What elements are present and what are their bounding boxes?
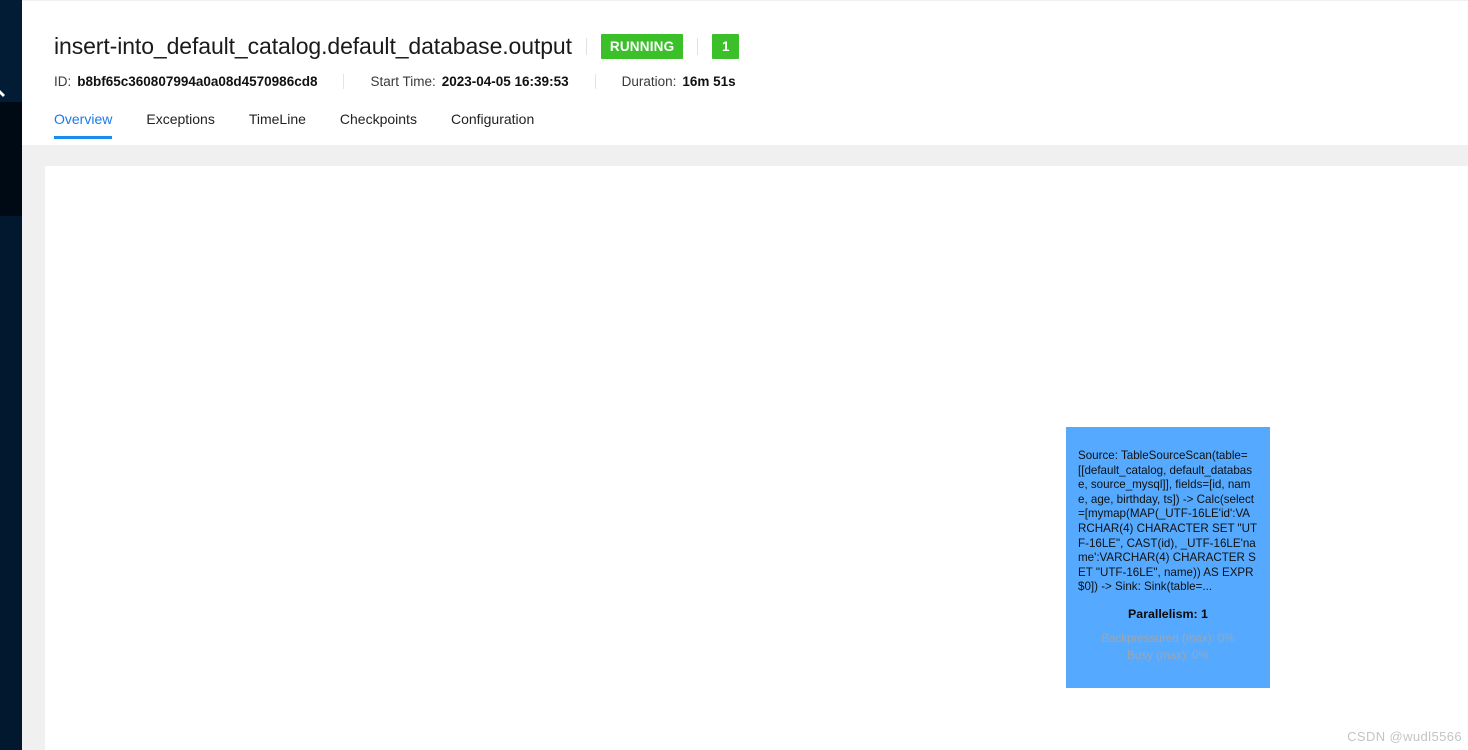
rail-segment-middle	[0, 102, 22, 216]
job-graph-canvas[interactable]: Source: TableSourceScan(table=[[default_…	[45, 166, 1468, 750]
meta-divider-2	[594, 73, 596, 89]
tab-configuration[interactable]: Configuration	[451, 111, 534, 139]
badge-divider	[697, 37, 699, 55]
start-time-label: Start Time:	[370, 73, 436, 89]
tab-timeline[interactable]: TimeLine	[249, 111, 306, 139]
page-surface: insert-into_default_catalog.default_data…	[22, 0, 1468, 750]
content-body: Source: TableSourceScan(table=[[default_…	[22, 145, 1468, 750]
app-window: insert-into_default_catalog.default_data…	[0, 0, 1468, 750]
node-description: Source: TableSourceScan(table=[[default_…	[1078, 449, 1258, 594]
node-parallelism: Parallelism: 1	[1128, 607, 1208, 621]
task-count-badge: 1	[712, 33, 740, 59]
status-badge: RUNNING	[600, 33, 684, 59]
node-busy: Busy (max): 0%	[1127, 649, 1209, 662]
title-divider	[585, 37, 587, 55]
job-id-label: ID:	[54, 73, 72, 89]
tab-overview[interactable]: Overview	[54, 111, 113, 139]
rail-segment-top	[0, 0, 22, 102]
tab-checkpoints[interactable]: Checkpoints	[340, 111, 417, 139]
meta-divider-1	[343, 73, 345, 89]
job-meta-row: ID: b8bf65c360807994a0a08d4570986cd8 Sta…	[54, 71, 736, 91]
rail-segment-bottom	[0, 216, 22, 750]
tab-exceptions[interactable]: Exceptions	[146, 111, 214, 139]
job-header: insert-into_default_catalog.default_data…	[22, 1, 1468, 145]
left-nav-rail	[0, 0, 22, 750]
tab-bar: Overview Exceptions TimeLine Checkpoints…	[54, 111, 568, 145]
start-time-value: 2023-04-05 16:39:53	[441, 73, 569, 89]
job-id-value: b8bf65c360807994a0a08d4570986cd8	[77, 73, 318, 89]
duration-value: 16m 51s	[682, 73, 736, 89]
job-graph-node[interactable]: Source: TableSourceScan(table=[[default_…	[1066, 427, 1270, 688]
node-backpressure: Backpressured (max): 0%	[1101, 632, 1235, 645]
job-title-row: insert-into_default_catalog.default_data…	[54, 28, 740, 64]
collapse-arrow-icon[interactable]	[0, 88, 11, 99]
page-title: insert-into_default_catalog.default_data…	[54, 32, 572, 59]
duration-label: Duration:	[621, 73, 677, 89]
